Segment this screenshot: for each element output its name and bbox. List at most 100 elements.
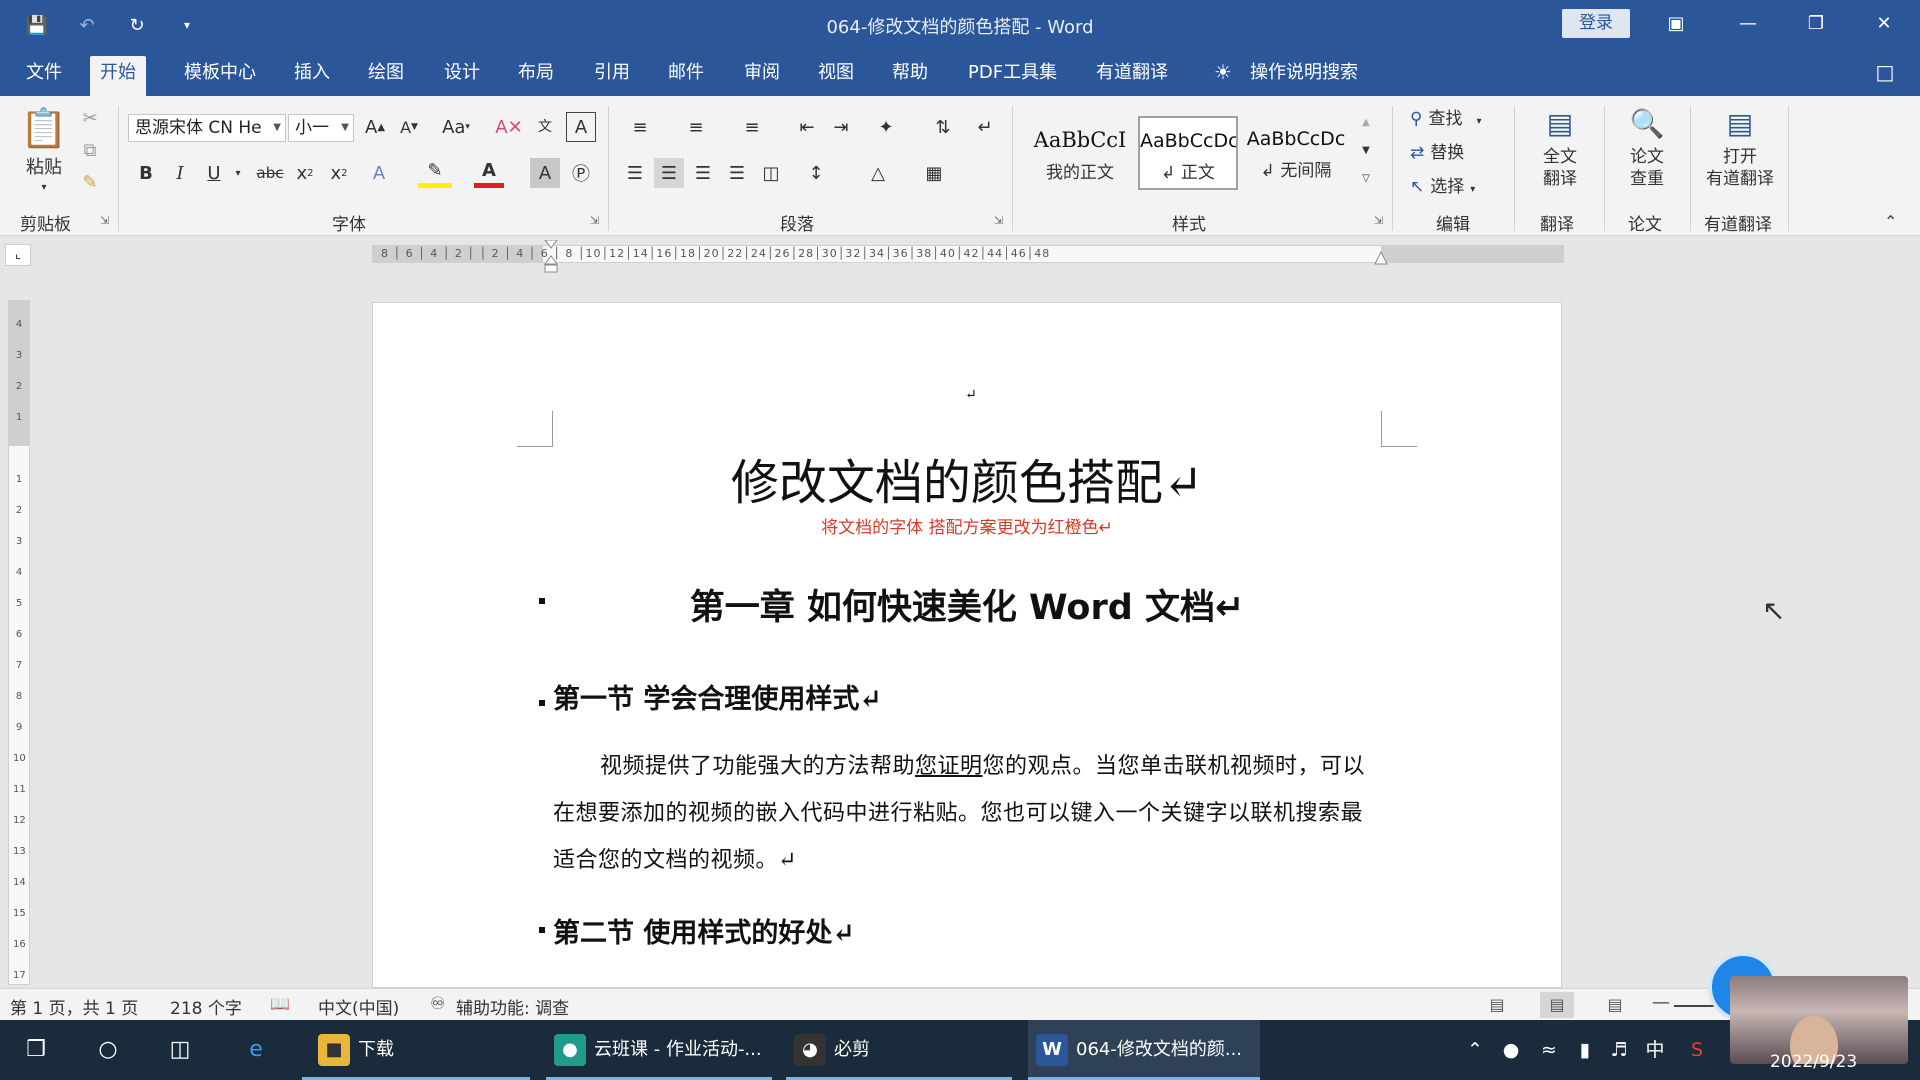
tab-mailings[interactable]: 邮件 [658,60,714,96]
format-painter-icon[interactable]: ✎ [76,168,104,196]
tab-design[interactable]: 设计 [434,60,490,96]
tab-selector-icon[interactable]: ⌞ [5,244,31,266]
borders-icon[interactable]: ▦ [914,158,954,188]
grow-font-icon[interactable]: A ▲ [360,112,390,142]
find-button[interactable]: ⚲ 查找 ▾ [1410,104,1481,129]
taskbar-app-downloads[interactable]: ■ 下载 [302,1020,530,1080]
taskbar-app-yunbanke[interactable]: ● 云班课 - 作业活动-... [546,1020,772,1080]
tab-youdao[interactable]: 有道翻译 [1086,60,1178,96]
section-heading-1[interactable]: 第一节 学会合理使用样式↵ [553,677,882,716]
style-normal[interactable]: AaBbCcDc ↲ 正文 [1138,116,1238,190]
bold-icon[interactable]: B [132,158,160,188]
indent-marker-icon[interactable] [544,240,558,274]
clear-formatting-icon[interactable]: A✕ [494,112,524,142]
print-layout-icon[interactable]: ▤ [1540,992,1574,1018]
body-paragraph[interactable]: 视频提供了功能强大的方法帮助您证明您的观点。当您单击联机视频时，可以在想要添加的… [553,743,1373,884]
underline-dropdown-icon[interactable]: ▾ [230,162,246,184]
page-count[interactable]: 第 1 页，共 1 页 [10,994,138,1019]
document-title[interactable]: 修改文档的颜色搭配↵ [373,443,1561,513]
cut-icon[interactable]: ✂ [76,104,104,132]
style-no-spacing[interactable]: AaBbCcDc ↲ 无间隔 [1246,116,1346,190]
lightbulb-icon[interactable]: ☀ [1210,60,1236,86]
align-left-icon[interactable]: ☰ [620,158,650,188]
paragraph-launcher-icon[interactable]: ⇲ [994,215,1006,227]
tab-review[interactable]: 审阅 [734,60,790,96]
task-view-icon[interactable]: ◫ [160,1032,200,1068]
ribbon-display-options-icon[interactable]: ▣ [1656,8,1696,40]
tab-view[interactable]: 视图 [808,60,864,96]
multilevel-list-icon[interactable]: ≡ [732,112,772,142]
phonetic-guide-icon[interactable]: 文 [530,110,560,142]
right-indent-marker-icon[interactable] [1374,250,1388,268]
web-layout-icon[interactable]: ▤ [1598,992,1632,1018]
read-mode-icon[interactable]: ▤ [1480,992,1514,1018]
character-border-icon[interactable]: A [566,112,596,142]
italic-icon[interactable]: I [166,158,194,188]
tab-insert[interactable]: 插入 [284,60,340,96]
open-youdao-button[interactable]: ▤ 打开 有道翻译 [1698,104,1782,190]
language-status[interactable]: 中文(中国) [318,994,399,1019]
tab-file[interactable]: 文件 [16,60,72,96]
highlight-color-icon[interactable]: ✎ [418,158,452,188]
font-name-combo[interactable]: 思源宋体 CN He ▼ [128,114,286,142]
comments-icon[interactable]: □ [1870,60,1900,88]
line-spacing-icon[interactable]: ↕ [796,158,836,188]
show-marks-icon[interactable]: ↵ [970,112,1000,142]
windows-start-icon[interactable]: ❒ [16,1032,56,1068]
search-circle-icon[interactable]: ○ [88,1032,128,1068]
change-case-icon[interactable]: Aa ▾ [434,112,478,142]
battery-icon[interactable]: ▮ [1570,1032,1600,1068]
styles-more-icon[interactable]: ▽ [1356,166,1376,190]
sogou-ime-icon[interactable]: S [1682,1032,1712,1068]
styles-scroll-down-icon[interactable]: ▼ [1356,138,1376,162]
microphone-icon[interactable]: ● [1496,1032,1526,1068]
network-icon[interactable]: ≈ [1534,1032,1564,1068]
superscript-icon[interactable]: x2 [324,158,354,188]
proofing-icon[interactable]: 📖 [270,994,290,1013]
tab-references[interactable]: 引用 [584,60,640,96]
align-right-icon[interactable]: ☰ [688,158,718,188]
copy-icon[interactable]: ⧉ [76,136,104,164]
font-launcher-icon[interactable]: ⇲ [590,215,602,227]
underline-icon[interactable]: U [200,158,228,188]
chapter-heading[interactable]: 第一章 如何快速美化 Word 文档↵ [373,579,1561,630]
font-size-combo[interactable]: 小一 ▼ [288,114,354,142]
document-page[interactable]: ↵ 修改文档的颜色搭配↵ 将文档的字体 搭配方案更改为红橙色↵ 第一章 如何快速… [372,302,1562,988]
tell-me-search[interactable]: 操作说明搜索 [1240,60,1368,96]
paste-button[interactable]: 粘贴 [20,154,68,178]
shrink-font-icon[interactable]: A ▼ [394,112,424,142]
taskbar-app-bijian[interactable]: ◕ 必剪 [786,1020,1012,1080]
word-count[interactable]: 218 个字 [170,994,242,1019]
accessibility-icon[interactable]: ♾ [430,994,445,1014]
login-button[interactable]: 登录 [1562,9,1630,38]
shading-icon[interactable]: △ [858,158,898,188]
paste-dropdown-icon[interactable]: ▾ [34,180,54,194]
document-subtitle[interactable]: 将文档的字体 搭配方案更改为红橙色↵ [373,513,1561,538]
enclose-characters-icon[interactable]: Ⓟ [566,158,596,188]
tab-pdf-tools[interactable]: PDF工具集 [958,60,1067,96]
paper-check-button[interactable]: 🔍 论文 查重 [1612,104,1682,190]
tab-layout[interactable]: 布局 [508,60,564,96]
full-translate-button[interactable]: ▤ 全文 翻译 [1524,104,1596,190]
styles-launcher-icon[interactable]: ⇲ [1374,215,1386,227]
tab-templates[interactable]: 模板中心 [174,60,266,96]
strikethrough-icon[interactable]: abc [254,158,286,188]
bullets-icon[interactable]: ≡ [620,112,660,142]
close-icon[interactable]: ✕ [1864,8,1904,40]
sort-icon[interactable]: ⇅ [928,112,958,142]
font-color-icon[interactable]: A [474,158,504,188]
justify-icon[interactable]: ☰ [722,158,752,188]
character-shading-icon[interactable]: A [530,158,560,188]
ie-browser-icon[interactable]: e [236,1032,276,1068]
ime-indicator[interactable]: 中 [1640,1032,1670,1068]
zoom-slider[interactable] [1674,1005,1714,1007]
section-heading-2[interactable]: 第二节 使用样式的好处↵ [553,911,855,950]
clipboard-launcher-icon[interactable]: ⇲ [100,215,112,227]
increase-indent-icon[interactable]: ⇥ [826,112,856,142]
minimize-icon[interactable]: — [1728,8,1768,40]
style-my-body[interactable]: AaBbCcI 我的正文 [1030,116,1130,190]
distributed-icon[interactable]: ◫ [756,158,786,188]
tray-expand-icon[interactable]: ⌃ [1460,1032,1490,1068]
replace-button[interactable]: ⇄ 替换 [1410,138,1464,163]
tab-home[interactable]: 开始 [90,56,146,96]
